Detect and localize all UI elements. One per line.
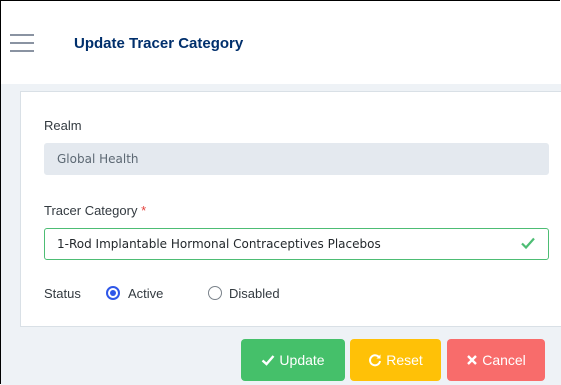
update-button[interactable]: Update — [241, 339, 345, 381]
status-disabled-radio[interactable] — [208, 286, 222, 300]
card-footer-divider — [21, 326, 561, 327]
reset-button[interactable]: Reset — [350, 339, 441, 381]
check-icon — [261, 353, 275, 367]
cancel-button[interactable]: Cancel — [447, 339, 545, 381]
required-marker: * — [141, 203, 147, 218]
update-button-label: Update — [279, 352, 325, 368]
tracer-category-value: 1-Rod Implantable Hormonal Contraceptive… — [57, 237, 381, 251]
status-active-label[interactable]: Active — [128, 286, 163, 301]
hamburger-icon[interactable] — [10, 34, 34, 52]
status-label: Status — [44, 286, 81, 301]
tracer-category-label: Tracer Category * — [44, 203, 146, 218]
status-active-radio[interactable] — [106, 286, 120, 300]
refresh-icon — [368, 353, 382, 367]
tracer-category-label-text: Tracer Category — [44, 203, 138, 218]
status-disabled-label[interactable]: Disabled — [229, 286, 280, 301]
cancel-button-label: Cancel — [482, 352, 526, 368]
check-icon — [520, 235, 536, 254]
realm-label: Realm — [44, 118, 82, 133]
tracer-category-input[interactable]: 1-Rod Implantable Hormonal Contraceptive… — [44, 228, 549, 260]
close-icon — [466, 354, 478, 366]
realm-field: Global Health — [44, 143, 549, 175]
realm-value: Global Health — [57, 152, 139, 166]
reset-button-label: Reset — [386, 352, 423, 368]
page-title: Update Tracer Category — [74, 35, 244, 52]
